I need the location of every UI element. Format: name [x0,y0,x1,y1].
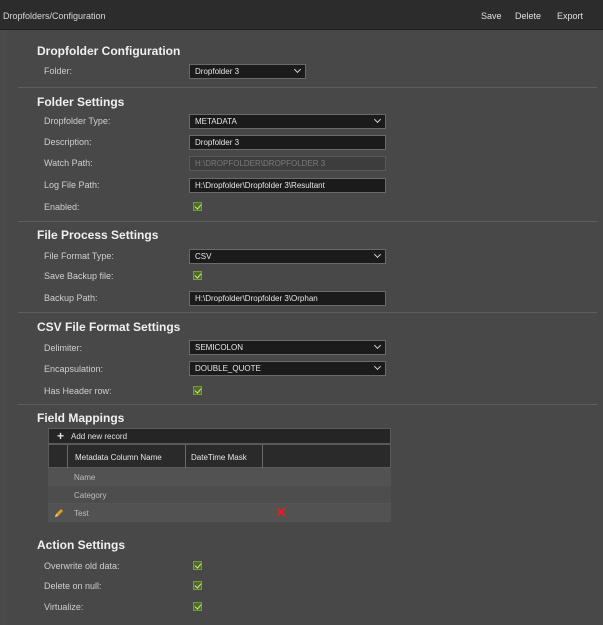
save-backup-label: Save Backup file: [44,271,114,281]
add-new-record-button[interactable]: Add new record [71,432,127,441]
delete-button[interactable]: Delete [515,11,541,21]
table-row[interactable]: Test [48,504,391,522]
save-button[interactable]: Save [481,11,502,21]
dropfolder-type-select[interactable]: METADATA [189,114,386,129]
column-separator [262,445,263,469]
folder-select[interactable]: Dropfolder 3 [189,64,306,79]
grid-header: Metadata Column Name DateTime Mask [48,444,391,469]
encapsulation-select[interactable]: DOUBLE_QUOTE [189,361,386,376]
column-header-datetime-mask[interactable]: DateTime Mask [191,453,247,462]
section-divider [18,87,597,88]
header-row-checkbox[interactable] [193,386,202,395]
action-settings-heading: Action Settings [37,538,126,552]
folder-settings-heading: Folder Settings [37,95,125,109]
row-name: Test [74,509,89,518]
dropfolder-type-label: Dropfolder Type: [44,116,111,126]
dropfolder-type-value: METADATA [195,117,237,126]
backup-path-input[interactable]: H:\Dropfolder\Dropfolder 3\Orphan [189,291,386,306]
section-divider [18,221,597,222]
enabled-label: Enabled: [44,202,80,212]
delimiter-value: SEMICOLON [195,343,244,352]
export-button[interactable]: Export [557,11,583,21]
log-file-path-input[interactable]: H:\Dropfolder\Dropfolder 3\Resultant [189,178,386,193]
file-format-type-value: CSV [195,252,212,261]
dropfolder-configuration-heading: Dropfolder Configuration [37,44,181,58]
column-header-metadata[interactable]: Metadata Column Name [75,453,162,462]
section-divider [18,312,597,313]
backup-path-label: Backup Path: [44,293,98,303]
csv-settings-heading: CSV File Format Settings [37,320,181,334]
delete-on-null-checkbox[interactable] [193,581,202,590]
chevron-down-icon [373,341,382,350]
virtualize-checkbox[interactable] [193,602,202,611]
folder-label: Folder: [44,66,73,76]
chevron-down-icon [373,362,382,371]
chevron-down-icon [373,250,382,259]
chevron-down-icon [293,65,302,74]
delimiter-label: Delimiter: [44,343,83,353]
field-mappings-heading: Field Mappings [37,411,125,425]
section-divider [18,404,597,405]
chevron-down-icon [373,115,382,124]
grid-toolbar: + Add new record [48,428,391,444]
folder-select-value: Dropfolder 3 [195,67,240,76]
file-format-type-label: File Format Type: [44,251,114,261]
delete-on-null-label: Delete on null: [44,581,102,591]
file-process-settings-heading: File Process Settings [37,228,159,242]
table-row[interactable]: Name [48,468,391,486]
row-name: Category [74,491,107,500]
breadcrumb: Dropfolders/Configuration [3,11,106,21]
top-bar: Dropfolders/Configuration Save Delete Ex… [0,0,603,30]
column-separator [185,445,186,469]
log-file-path-label: Log File Path: [44,180,100,190]
save-backup-checkbox[interactable] [193,271,202,280]
plus-icon[interactable]: + [57,429,64,443]
overwrite-checkbox[interactable] [193,561,202,570]
watch-path-input: H:\DROPFOLDER\DROPFOLDER 3 [189,156,386,171]
x-icon[interactable] [276,507,286,517]
enabled-checkbox[interactable] [193,202,202,211]
virtualize-label: Virtualize: [44,602,84,612]
description-input[interactable]: Dropfolder 3 [189,135,386,150]
header-row-label: Has Header row: [44,386,112,396]
row-name: Name [74,473,96,482]
table-row[interactable]: Category [48,486,391,504]
overwrite-label: Overwrite old data: [44,561,120,571]
encapsulation-value: DOUBLE_QUOTE [195,364,261,373]
description-label: Description: [44,137,92,147]
pencil-icon[interactable] [53,507,65,519]
watch-path-label: Watch Path: [44,158,93,168]
file-format-type-select[interactable]: CSV [189,249,386,264]
column-separator [67,445,68,469]
encapsulation-label: Encapsulation: [44,364,104,374]
delimiter-select[interactable]: SEMICOLON [189,340,386,355]
